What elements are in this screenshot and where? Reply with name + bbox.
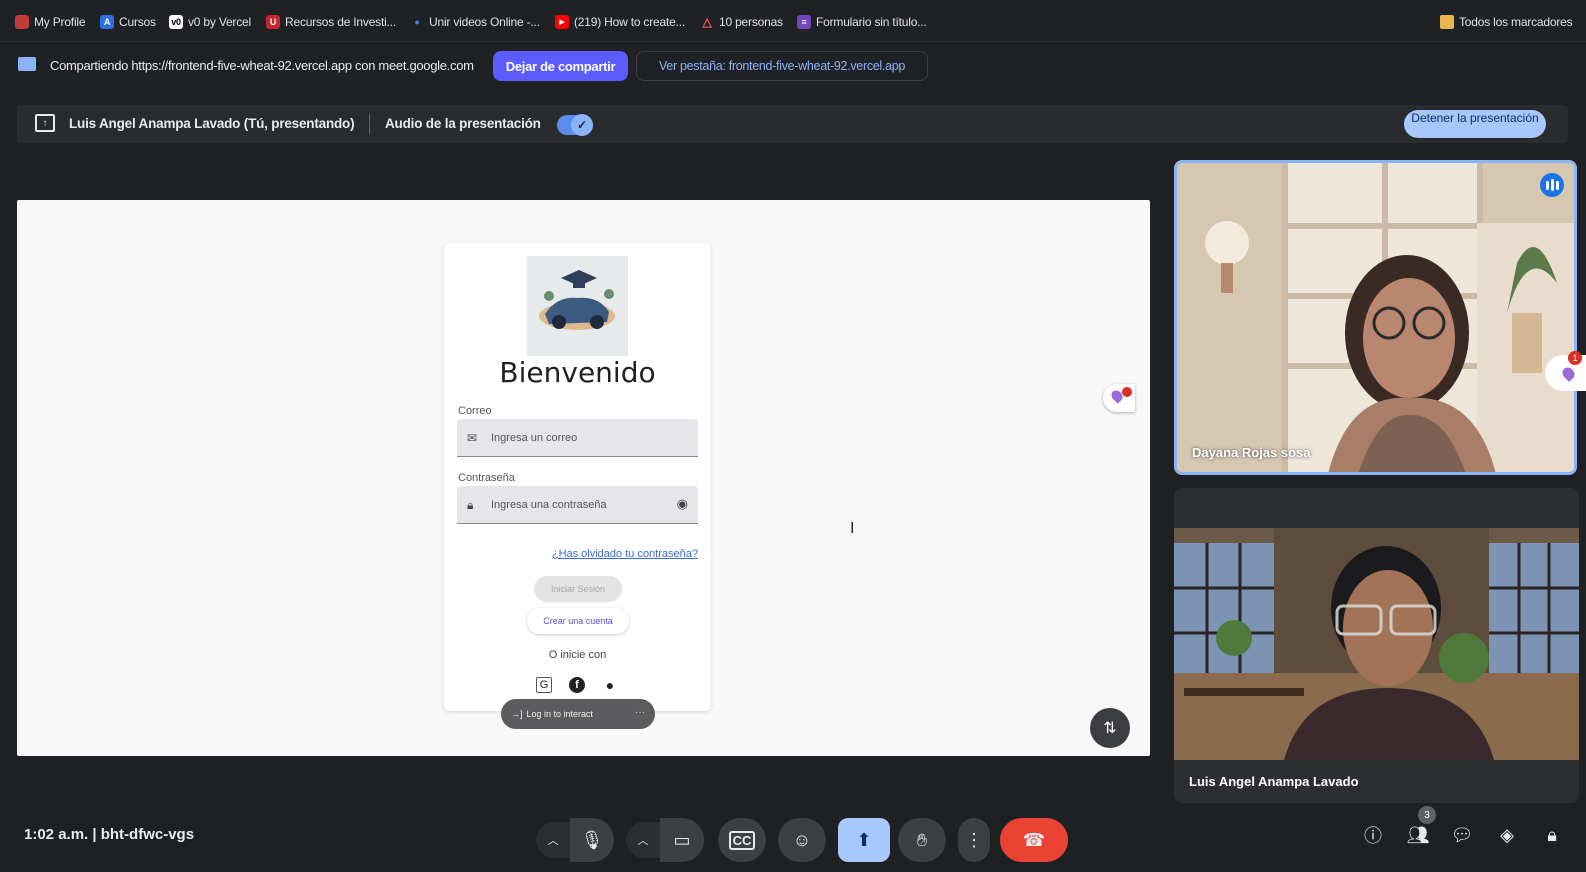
- bookmark-all[interactable]: Todos los marcadores: [1440, 13, 1573, 31]
- folder-icon: [1440, 15, 1454, 29]
- time-and-meeting-code: 1:02 a.m. | bht-dfwc-vgs: [24, 826, 195, 843]
- apple-icon[interactable]: ●: [602, 677, 618, 693]
- bookmark-youtube[interactable]: ▶ (219) How to create...: [555, 13, 685, 31]
- view-tab-button[interactable]: Ver pestaña: frontend-five-wheat-92.verc…: [636, 51, 928, 81]
- presentation-audio-toggle[interactable]: ✓: [557, 114, 593, 136]
- airbnb-icon: △: [702, 15, 712, 29]
- unir-icon: ●: [414, 17, 420, 27]
- text-cursor-icon: I: [850, 520, 855, 537]
- password-placeholder: Ingresa una contraseña: [491, 499, 607, 511]
- hand-icon: ✋︎: [916, 829, 928, 850]
- presenting-bar: ↑ Luis Angel Anampa Lavado (Tú, presenta…: [17, 105, 1568, 143]
- stop-sharing-button[interactable]: Dejar de compartir: [493, 51, 628, 81]
- scroll-arrows-button[interactable]: ⇅: [1090, 708, 1130, 748]
- mail-icon: ✉: [467, 431, 478, 445]
- phone-hangup-icon: ☎︎: [1022, 829, 1046, 850]
- bookmark-recursos[interactable]: U Recursos de Investi...: [266, 13, 396, 31]
- cursos-icon: A: [100, 15, 114, 29]
- present-screen-icon: ⬆: [856, 829, 872, 850]
- host-controls-icon[interactable]: 🔒︎: [1537, 820, 1567, 850]
- participant-name: Dayana Rojas sosa: [1192, 445, 1311, 460]
- camera-icon: ▭: [673, 829, 691, 850]
- facebook-icon[interactable]: f: [569, 677, 585, 693]
- leave-call-button[interactable]: ☎︎: [1000, 818, 1068, 862]
- bookmark-10-personas[interactable]: △ 10 personas: [700, 13, 783, 31]
- email-label: Correo: [458, 405, 492, 417]
- forms-icon: ≡: [797, 15, 811, 29]
- more-vert-icon: ⋮: [965, 829, 983, 850]
- recursos-icon: U: [266, 15, 280, 29]
- stop-presenting-button[interactable]: Detener la presentación: [1404, 110, 1546, 138]
- microphone-icon: 🎙︎: [580, 829, 604, 850]
- password-field[interactable]: 🔒︎ Ingresa una contraseña ◉: [457, 486, 698, 524]
- participant-video: [1174, 488, 1579, 803]
- app-logo: [527, 256, 628, 356]
- v0-icon: v0: [169, 15, 183, 29]
- login-button[interactable]: Iniciar Sesión: [534, 576, 622, 602]
- login-card: Bienvenido Correo ✉ Ingresa un correo Co…: [444, 243, 711, 711]
- bookmark-unir-videos[interactable]: ● Unir videos Online -...: [410, 13, 540, 31]
- profile-icon: [15, 15, 29, 29]
- notification-badge: 1: [1568, 351, 1582, 365]
- present-icon: ↑: [35, 114, 55, 132]
- bookmark-my-profile[interactable]: My Profile: [15, 13, 86, 31]
- audio-options-chevron-icon[interactable]: ︿: [536, 822, 570, 858]
- email-placeholder: Ingresa un correo: [491, 432, 578, 444]
- participant-tile-luis[interactable]: Luis Angel Anampa Lavado: [1174, 488, 1579, 803]
- bookmark-cursos[interactable]: A Cursos: [100, 13, 156, 31]
- more-options-button[interactable]: ⋮: [958, 818, 990, 862]
- lock-icon: 🔒︎: [467, 498, 474, 512]
- presenter-name: Luis Angel Anampa Lavado (Tú, presentand…: [69, 116, 355, 131]
- floating-comment-pin[interactable]: [1103, 384, 1135, 412]
- welcome-title: Bienvenido: [499, 356, 656, 389]
- bookmark-formulario[interactable]: ≡ Formulario sin título...: [797, 13, 927, 31]
- participant-video: [1177, 163, 1574, 472]
- captions-button[interactable]: CC: [718, 818, 766, 862]
- side-comment-pin[interactable]: 1: [1545, 351, 1586, 391]
- chat-icon[interactable]: 💬︎: [1447, 820, 1477, 850]
- video-options-chevron-icon[interactable]: ︿: [626, 822, 660, 858]
- login-arrow-icon: →]: [511, 709, 523, 719]
- vercel-toolbar[interactable]: →] Log in to interact ···: [501, 699, 655, 729]
- people-icon[interactable]: 👥︎: [1403, 820, 1433, 850]
- vercel-toolbar-label: Log in to interact: [526, 709, 594, 719]
- presentation-audio-label: Audio de la presentación: [385, 116, 541, 131]
- people-count-badge: 3: [1418, 806, 1436, 824]
- password-label: Contraseña: [458, 472, 515, 484]
- shared-screen: Bienvenido Correo ✉ Ingresa un correo Co…: [17, 200, 1150, 756]
- captions-icon: CC: [728, 830, 756, 850]
- camera-button[interactable]: ▭: [660, 818, 704, 862]
- notification-dot: [1122, 387, 1132, 397]
- email-field[interactable]: ✉ Ingresa un correo: [457, 419, 698, 457]
- check-icon: ✓: [571, 114, 593, 136]
- meeting-controls-bar: 1:02 a.m. | bht-dfwc-vgs ︿ 🎙︎ ︿ ▭ CC ☺ ⬆…: [0, 806, 1586, 872]
- create-account-button[interactable]: Crear una cuenta: [527, 608, 629, 634]
- bookmarks-bar: My Profile A Cursos v0 v0 by Vercel U Recur…: [0, 0, 1586, 42]
- microphone-button[interactable]: 🎙︎: [570, 818, 614, 862]
- activities-icon[interactable]: ◈: [1492, 820, 1522, 850]
- share-status-text: Compartiendo https://frontend-five-wheat…: [50, 58, 474, 73]
- youtube-icon: ▶: [555, 15, 569, 29]
- participant-tile-dayana[interactable]: Dayana Rojas sosa: [1174, 160, 1577, 475]
- google-translate-icon[interactable]: G: [536, 677, 552, 693]
- participant-name: Luis Angel Anampa Lavado: [1189, 774, 1359, 789]
- forgot-password-link[interactable]: ¿Has olvidado tu contraseña?: [552, 548, 698, 560]
- present-button[interactable]: ⬆: [838, 818, 890, 862]
- emoji-icon: ☺: [792, 829, 812, 850]
- pin-icon: [1560, 365, 1577, 382]
- divider: [369, 114, 370, 134]
- raise-hand-button[interactable]: ✋︎: [898, 818, 946, 862]
- reactions-button[interactable]: ☺: [778, 818, 826, 862]
- meeting-info-icon[interactable]: ⓘ: [1358, 820, 1388, 850]
- eye-icon[interactable]: ◉: [677, 496, 688, 512]
- screen-share-icon: [18, 57, 36, 71]
- more-icon[interactable]: ···: [635, 707, 645, 718]
- speaking-indicator-icon: [1540, 173, 1564, 197]
- bookmark-v0[interactable]: v0 v0 by Vercel: [169, 13, 251, 31]
- or-login-with-text: O inicie con: [548, 649, 607, 661]
